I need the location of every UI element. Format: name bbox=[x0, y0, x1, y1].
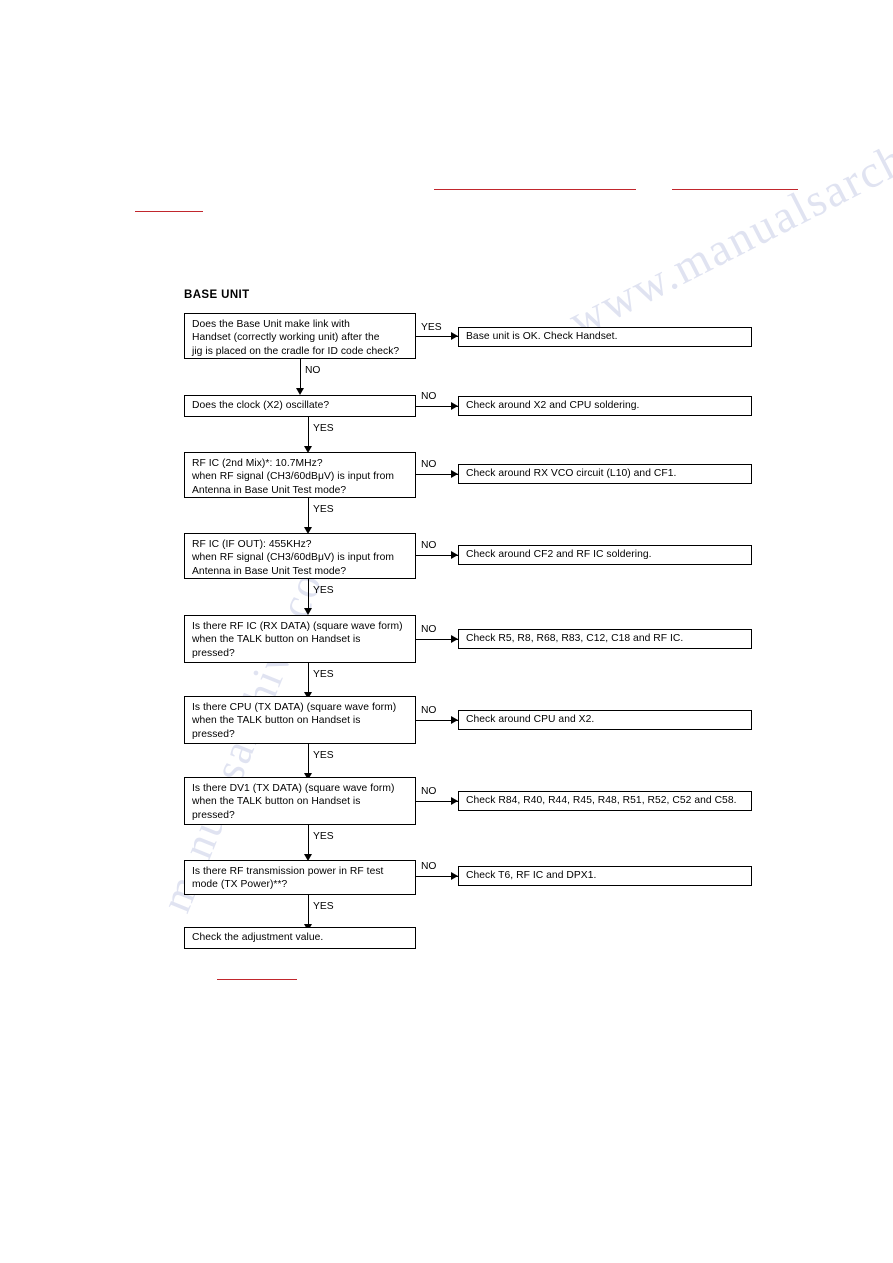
branch-label-no-7: NO bbox=[421, 786, 437, 797]
connector-yes-2 bbox=[308, 417, 309, 446]
arrowhead-no-8 bbox=[451, 871, 458, 880]
decision-box-clock-oscillate[interactable]: Does the clock (X2) oscillate? bbox=[184, 395, 416, 417]
red-underline-3 bbox=[672, 189, 798, 190]
arrowhead-yes-4 bbox=[303, 608, 312, 615]
red-underline-2 bbox=[434, 189, 636, 190]
connector-yes-8 bbox=[308, 895, 309, 924]
branch-label-yes-7: YES bbox=[313, 831, 334, 842]
action-box-check-rx-vco[interactable]: Check around RX VCO circuit (L10) and CF… bbox=[458, 464, 752, 484]
decision-box-link-check[interactable]: Does the Base Unit make link with Handse… bbox=[184, 313, 416, 359]
arrowhead-yes-1 bbox=[451, 331, 458, 340]
connector-yes-5 bbox=[308, 663, 309, 692]
action-box-base-unit-ok[interactable]: Base unit is OK. Check Handset. bbox=[458, 327, 752, 347]
branch-label-no-1: NO bbox=[305, 365, 321, 376]
arrowhead-no-5 bbox=[451, 634, 458, 643]
page-canvas: www.manualsarchive.com manualsarchive.co… bbox=[0, 0, 893, 1263]
arrowhead-no-6 bbox=[451, 715, 458, 724]
branch-label-yes-4: YES bbox=[313, 585, 334, 596]
branch-label-yes-2: YES bbox=[313, 423, 334, 434]
action-box-check-r84-r40[interactable]: Check R84, R40, R44, R45, R48, R51, R52,… bbox=[458, 791, 752, 811]
action-box-check-t6-dpx1[interactable]: Check T6, RF IC and DPX1. bbox=[458, 866, 752, 886]
connector-yes-7 bbox=[308, 825, 309, 854]
action-box-check-x2-cpu[interactable]: Check around X2 and CPU soldering. bbox=[458, 396, 752, 416]
red-underline-1 bbox=[135, 211, 203, 212]
action-box-check-r5-r8[interactable]: Check R5, R8, R68, R83, C12, C18 and RF … bbox=[458, 629, 752, 649]
branch-label-yes-6: YES bbox=[313, 750, 334, 761]
action-box-check-cf2[interactable]: Check around CF2 and RF IC soldering. bbox=[458, 545, 752, 565]
watermark-diagonal-upper: www.manualsarchive.com bbox=[560, 59, 893, 347]
decision-box-rfic-if-out[interactable]: RF IC (IF OUT): 455KHz? when RF signal (… bbox=[184, 533, 416, 579]
branch-label-yes-3: YES bbox=[313, 504, 334, 515]
decision-box-rfic-rx-data[interactable]: Is there RF IC (RX DATA) (square wave fo… bbox=[184, 615, 416, 663]
decision-box-dv1-tx-data[interactable]: Is there DV1 (TX DATA) (square wave form… bbox=[184, 777, 416, 825]
section-title-base-unit: BASE UNIT bbox=[184, 289, 250, 301]
arrowhead-no-3 bbox=[451, 469, 458, 478]
decision-box-rf-tx-power[interactable]: Is there RF transmission power in RF tes… bbox=[184, 860, 416, 895]
branch-label-no-3: NO bbox=[421, 459, 437, 470]
branch-label-no-2: NO bbox=[421, 391, 437, 402]
branch-label-yes-8: YES bbox=[313, 901, 334, 912]
branch-label-no-6: NO bbox=[421, 705, 437, 716]
connector-yes-6 bbox=[308, 744, 309, 773]
decision-box-rfic-2nd-mix[interactable]: RF IC (2nd Mix)*: 10.7MHz? when RF signa… bbox=[184, 452, 416, 498]
connector-yes-4 bbox=[308, 579, 309, 608]
branch-label-no-4: NO bbox=[421, 540, 437, 551]
arrowhead-no-1 bbox=[295, 388, 304, 395]
connector-no-1 bbox=[300, 359, 301, 388]
branch-label-yes-5: YES bbox=[313, 669, 334, 680]
arrowhead-no-4 bbox=[451, 550, 458, 559]
branch-label-no-8: NO bbox=[421, 861, 437, 872]
connector-yes-3 bbox=[308, 498, 309, 527]
arrowhead-no-7 bbox=[451, 796, 458, 805]
action-box-check-cpu-x2[interactable]: Check around CPU and X2. bbox=[458, 710, 752, 730]
branch-label-no-5: NO bbox=[421, 624, 437, 635]
branch-label-yes-1: YES bbox=[421, 322, 442, 333]
arrowhead-no-2 bbox=[451, 401, 458, 410]
red-underline-4 bbox=[217, 979, 297, 980]
decision-box-cpu-tx-data[interactable]: Is there CPU (TX DATA) (square wave form… bbox=[184, 696, 416, 744]
terminal-box-check-adjustment[interactable]: Check the adjustment value. bbox=[184, 927, 416, 949]
